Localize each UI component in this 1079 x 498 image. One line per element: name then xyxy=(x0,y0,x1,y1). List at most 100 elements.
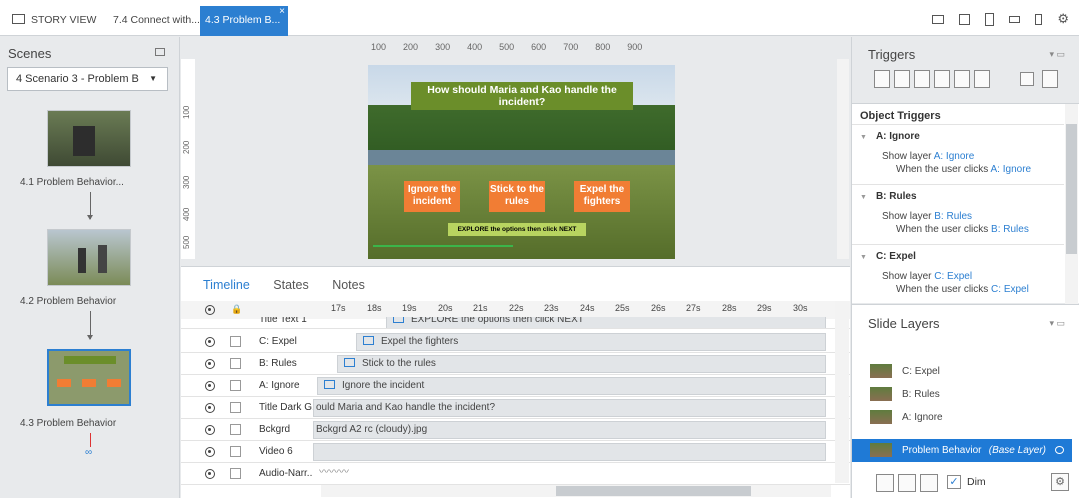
layer-item-base[interactable]: Problem Behavior (Base Layer) xyxy=(852,439,1072,462)
layer-item-b-rules[interactable]: B: Rules xyxy=(852,383,1072,406)
new-layer-icon[interactable] xyxy=(876,474,894,492)
app-window: STORY VIEW 7.4 Connect with... 4.3 Probl… xyxy=(0,0,1079,498)
layer-thumbnail xyxy=(870,410,892,424)
eye-icon[interactable] xyxy=(205,359,215,369)
dim-checkbox[interactable]: ✓ xyxy=(947,475,961,489)
chevron-down-icon: ▼ xyxy=(149,74,157,83)
scroll-thumb[interactable] xyxy=(556,486,751,496)
link-icon[interactable]: ∞ xyxy=(85,447,92,458)
delete-layer-icon[interactable] xyxy=(920,474,938,492)
lock-checkbox[interactable] xyxy=(230,380,241,391)
tab-connect-with[interactable]: 7.4 Connect with... xyxy=(113,6,200,36)
trigger-group-c[interactable]: C: Expel Show layer C: Expel When the us… xyxy=(852,244,1064,304)
lock-checkbox[interactable] xyxy=(230,358,241,369)
delete-trigger-icon[interactable] xyxy=(954,70,970,88)
dim-label: Dim xyxy=(967,476,986,488)
slide-title[interactable]: How should Maria and Kao handle the inci… xyxy=(411,82,633,110)
scene-thumb-2[interactable] xyxy=(47,229,131,286)
tab-states[interactable]: States xyxy=(273,278,308,292)
slide-layers-title: Slide Layers xyxy=(868,316,940,331)
timeline-row[interactable]: Bckgrd Bckgrd A2 rc (cloudy).jpg xyxy=(181,419,850,441)
lock-checkbox[interactable] xyxy=(230,446,241,457)
tab-problem-label: 4.3 Problem B... xyxy=(205,14,281,26)
phone-landscape-icon[interactable] xyxy=(1009,15,1021,23)
scene-link-arrow xyxy=(87,192,93,220)
layer-item-a-ignore[interactable]: A: Ignore xyxy=(852,406,1072,429)
phone-portrait-icon[interactable] xyxy=(1035,13,1043,25)
timeline-tabs: Timeline States Notes xyxy=(203,278,385,292)
desktop-view-icon[interactable] xyxy=(932,14,945,24)
choice-rules-button[interactable]: Stick to the rules xyxy=(489,181,545,212)
object-triggers-list: Object Triggers A: Ignore Show layer A: … xyxy=(852,103,1079,304)
lock-icon[interactable]: 🔒 xyxy=(231,304,242,315)
tab-timeline[interactable]: Timeline xyxy=(203,278,250,292)
tablet-landscape-icon[interactable] xyxy=(959,13,971,25)
eye-icon[interactable] xyxy=(1055,446,1064,454)
tab-problem-behavior[interactable]: 4.3 Problem B... × xyxy=(200,6,288,36)
scene-thumb-1[interactable] xyxy=(47,110,131,167)
device-icons: ⚙ xyxy=(920,11,1069,27)
audio-waveform: 〰〰〰 xyxy=(313,465,368,483)
tablet-portrait-icon[interactable] xyxy=(985,12,995,26)
lock-checkbox[interactable] xyxy=(230,336,241,347)
slide-preview[interactable]: How should Maria and Kao handle the inci… xyxy=(368,65,675,259)
trigger-group-b[interactable]: B: Rules Show layer B: Rules When the us… xyxy=(852,184,1064,244)
timeline-panel: Timeline States Notes 🔒 17s 18s 19s 20s … xyxy=(181,266,850,498)
tab-notes[interactable]: Notes xyxy=(332,278,365,292)
scenes-panel: Scenes 4 Scenario 3 - Problem B ▼ 4.1 Pro… xyxy=(0,37,180,498)
eye-icon[interactable] xyxy=(205,381,215,391)
eye-icon[interactable] xyxy=(205,425,215,435)
duplicate-layer-icon[interactable] xyxy=(898,474,916,492)
copy-trigger-icon[interactable] xyxy=(914,70,930,88)
pin-panel-icon[interactable]: ▾ ▭ xyxy=(1049,49,1065,60)
scene-select[interactable]: 4 Scenario 3 - Problem B ▼ xyxy=(7,67,168,91)
scene-thumb-3[interactable] xyxy=(47,349,131,406)
timeline-vscroll[interactable] xyxy=(835,301,849,483)
choice-expel-button[interactable]: Expel the fighters xyxy=(574,181,630,212)
trigger-checkbox[interactable] xyxy=(1020,72,1034,86)
eye-icon[interactable] xyxy=(205,447,215,457)
move-trigger-icon[interactable] xyxy=(974,70,990,88)
pin-panel-icon[interactable]: ▾ ▭ xyxy=(1049,318,1065,329)
scene-select-value: 4 Scenario 3 - Problem B xyxy=(16,73,139,85)
eye-icon[interactable] xyxy=(205,469,215,479)
triggers-scrollbar[interactable] xyxy=(1065,104,1078,304)
layer-item-c-expel[interactable]: C: Expel xyxy=(852,360,1072,383)
timeline-row[interactable]: Title Text 1 EXPLORE the options then cl… xyxy=(181,317,850,329)
new-trigger-icon[interactable] xyxy=(874,70,890,88)
lock-checkbox[interactable] xyxy=(230,402,241,413)
layer-thumbnail xyxy=(870,364,892,378)
settings-gear-icon[interactable]: ⚙ xyxy=(1057,11,1069,27)
timeline-row[interactable]: Video 6 xyxy=(181,441,850,463)
edit-trigger-icon[interactable] xyxy=(894,70,910,88)
timeline-row[interactable]: Title Dark G... ould Maria and Kao handl… xyxy=(181,397,850,419)
scene-label-3: 4.3 Problem Behavior xyxy=(20,418,117,429)
timeline-row[interactable]: B: Rules Stick to the rules xyxy=(181,353,850,375)
tab-story-view[interactable]: STORY VIEW xyxy=(12,6,107,36)
paste-trigger-icon[interactable] xyxy=(934,70,950,88)
canvas-scrollbar[interactable] xyxy=(837,59,849,259)
story-view-icon xyxy=(12,14,25,25)
layer-thumbnail xyxy=(870,387,892,401)
lock-checkbox[interactable] xyxy=(230,468,241,479)
explore-caption[interactable]: EXPLORE the options then click NEXT xyxy=(448,223,586,236)
player-triggers-icon[interactable] xyxy=(1042,70,1058,88)
triggers-title: Triggers xyxy=(868,47,916,62)
object-triggers-header: Object Triggers xyxy=(860,110,941,122)
pin-panel-icon[interactable] xyxy=(155,48,165,56)
lock-checkbox[interactable] xyxy=(230,424,241,435)
timeline-row[interactable]: A: Ignore Ignore the incident xyxy=(181,375,850,397)
timeline-row[interactable]: C: Expel Expel the fighters xyxy=(181,331,850,353)
eye-icon[interactable] xyxy=(205,337,215,347)
choice-ignore-button[interactable]: Ignore the incident xyxy=(404,181,460,212)
timeline-row[interactable]: Audio-Narr... 〰〰〰 xyxy=(181,463,850,485)
trigger-group-a[interactable]: A: Ignore Show layer A: Ignore When the … xyxy=(852,124,1064,184)
layer-thumbnail xyxy=(870,443,892,457)
eye-icon[interactable] xyxy=(205,305,215,315)
eye-icon[interactable] xyxy=(205,403,215,413)
timeline-hscroll[interactable] xyxy=(321,485,831,497)
tab-connect-label: 7.4 Connect with... xyxy=(113,14,200,26)
top-tab-bar: STORY VIEW 7.4 Connect with... 4.3 Probl… xyxy=(0,0,1079,36)
close-tab-icon[interactable]: × xyxy=(279,0,285,26)
layer-settings-icon[interactable]: ⚙ xyxy=(1051,473,1069,491)
